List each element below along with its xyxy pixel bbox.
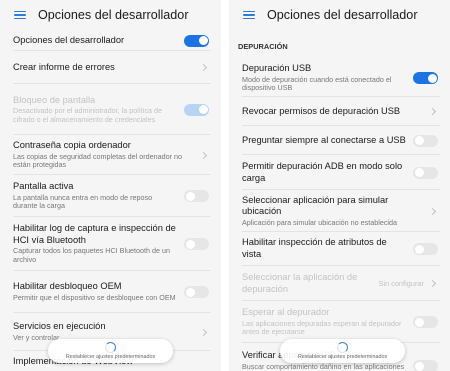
chevron-right-icon: [199, 328, 208, 336]
restore-defaults-toast[interactable]: Restablecer ajustes predeterminados: [48, 339, 173, 363]
left-settings-screen: Opciones del desarrollador Opciones del …: [0, 0, 221, 371]
setting-title: Permitir depuración ADB en modo solo car…: [242, 160, 403, 183]
setting-mock-location-app[interactable]: Seleccionar aplicación para simular ubic…: [229, 190, 450, 232]
setting-view-attribute-inspection[interactable]: Habilitar inspección de atributos de vis…: [229, 232, 450, 266]
stay-awake-toggle[interactable]: [184, 190, 209, 202]
setting-subtitle: Buscar comportamiento dañino en las apli…: [242, 361, 405, 371]
setting-title: Habilitar log de captura e inspección de…: [13, 223, 176, 245]
view-attribute-inspection-toggle[interactable]: [413, 243, 438, 255]
setting-adb-charge-only[interactable]: Permitir depuración ADB en modo solo car…: [229, 155, 450, 190]
setting-bug-report[interactable]: Crear informe de errores: [0, 51, 221, 84]
setting-title: Contraseña copia ordenador: [13, 140, 131, 150]
restore-defaults-toast[interactable]: Restablecer ajustes predeterminados: [280, 339, 405, 363]
setting-subtitle: Desactivado por el administrador, la pol…: [13, 106, 163, 124]
setting-ask-on-usb-connect[interactable]: Preguntar siempre al conectarse a USB: [229, 126, 450, 155]
chevron-right-icon: [428, 107, 437, 116]
setting-wait-for-debugger: Esperar al depurador Las aplicaciones de…: [229, 301, 450, 343]
wait-for-debugger-toggle: [413, 316, 438, 328]
ask-on-usb-connect-toggle[interactable]: [413, 134, 438, 147]
verify-usb-apps-toggle[interactable]: [413, 360, 438, 371]
setting-title: Seleccionar la aplicación de depuración: [242, 271, 358, 294]
chevron-right-icon: [199, 63, 208, 72]
setting-title: Habilitar desbloqueo OEM: [13, 281, 122, 292]
toast-label: Restablecer ajustes predeterminados: [65, 353, 156, 360]
setting-title: Opciones del desarrollador: [13, 34, 125, 45]
setting-title: Revocar permisos de depuración USB: [242, 105, 401, 116]
setting-stay-awake[interactable]: Pantalla activa La pantalla nunca entra …: [0, 175, 221, 217]
loading-spinner-icon: [105, 341, 116, 353]
setting-backup-password[interactable]: Contraseña copia ordenador Las copias de…: [0, 135, 221, 175]
setting-subtitle: Aplicación para simular ubicación no est…: [242, 217, 398, 227]
setting-bluetooth-hci-log[interactable]: Habilitar log de captura e inspección de…: [0, 217, 221, 271]
page-title: Opciones del desarrollador: [267, 8, 418, 22]
setting-subtitle: Las aplicaciones depuradas esperan al de…: [242, 318, 402, 337]
setting-title: Pantalla activa: [13, 181, 74, 191]
setting-screen-lock: Bloqueo de pantalla Desactivado por el a…: [0, 84, 221, 135]
setting-developer-options[interactable]: Opciones del desarrollador: [0, 30, 221, 51]
menu-icon[interactable]: [14, 10, 26, 20]
setting-subtitle: Permitir que el dispositivo se desbloque…: [13, 292, 176, 302]
developer-options-toggle[interactable]: [184, 34, 209, 47]
setting-subtitle: Las copias de seguridad completas del or…: [13, 151, 183, 170]
screen-lock-toggle: [184, 103, 209, 116]
app-header: Opciones del desarrollador: [0, 0, 221, 30]
adb-charge-only-toggle[interactable]: [413, 166, 438, 179]
setting-subtitle: Capturar todos los paquetes HCI Bluetoot…: [13, 246, 171, 265]
chevron-right-icon: [428, 207, 437, 215]
setting-revoke-usb-permissions[interactable]: Revocar permisos de depuración USB: [229, 97, 450, 126]
setting-oem-unlock[interactable]: Habilitar desbloqueo OEM Permitir que el…: [0, 271, 221, 313]
section-header-debugging: DEPURACIÓN: [238, 42, 288, 51]
chevron-right-icon: [428, 279, 437, 288]
setting-subtitle: La pantalla nunca entra en modo de repos…: [13, 192, 153, 211]
chevron-right-icon: [199, 151, 208, 159]
setting-title: Esperar al depurador: [242, 307, 330, 317]
setting-title: Seleccionar aplicación para simular ubic…: [242, 194, 389, 217]
usb-debugging-toggle[interactable]: [413, 72, 438, 84]
menu-icon[interactable]: [243, 10, 255, 20]
right-settings-screen: Opciones del desarrollador DEPURACIÓN De…: [229, 0, 450, 371]
oem-unlock-toggle[interactable]: [184, 286, 209, 298]
page-title: Opciones del desarrollador: [38, 8, 189, 22]
setting-subtitle: Modo de depuración cuando está conectado…: [242, 74, 392, 93]
setting-usb-debugging[interactable]: Depuración USB Modo de depuración cuando…: [229, 59, 450, 97]
loading-spinner-icon: [337, 341, 348, 353]
setting-debug-app: Seleccionar la aplicación de depuración …: [229, 266, 450, 301]
screen-divider: [221, 0, 229, 371]
setting-title: Habilitar inspección de atributos de vis…: [242, 237, 387, 259]
bluetooth-hci-log-toggle[interactable]: [184, 238, 209, 250]
setting-title: Preguntar siempre al conectarse a USB: [242, 134, 406, 145]
setting-title: Crear informe de errores: [13, 61, 115, 72]
debug-app-value: Sin configurar: [378, 279, 424, 288]
app-header: Opciones del desarrollador: [229, 0, 450, 30]
setting-title: Depuración USB: [242, 63, 312, 73]
setting-title: Servicios en ejecución: [13, 321, 106, 332]
toast-label: Restablecer ajustes predeterminados: [297, 353, 388, 360]
setting-title: Bloqueo de pantalla: [13, 94, 96, 105]
